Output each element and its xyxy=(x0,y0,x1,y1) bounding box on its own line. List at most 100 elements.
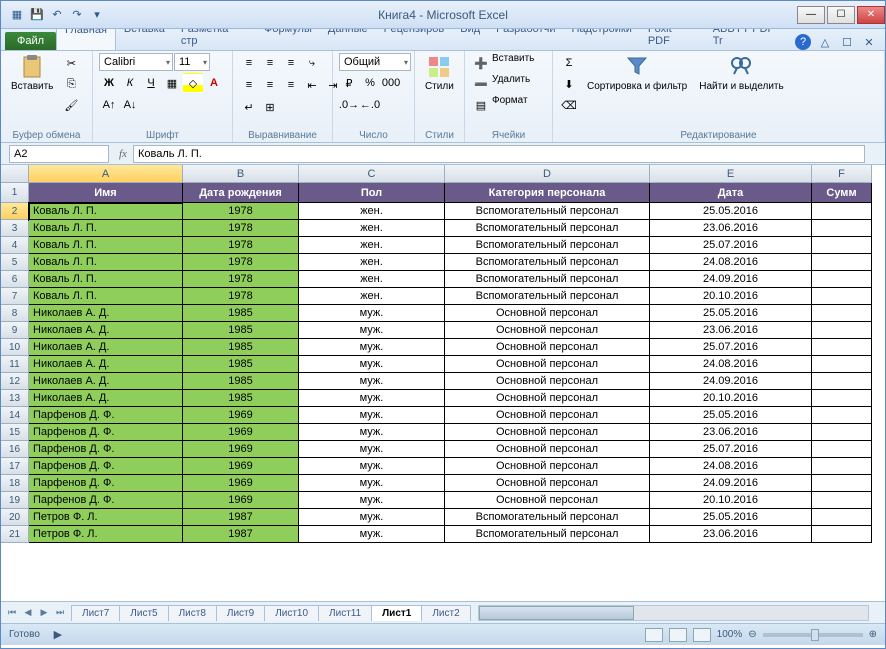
data-cell[interactable]: 24.08.2016 xyxy=(650,458,812,475)
row-header[interactable]: 11 xyxy=(1,356,29,373)
data-cell[interactable]: 1969 xyxy=(183,492,299,509)
align-bottom-icon[interactable]: ≡ xyxy=(281,53,301,73)
data-cell[interactable]: 1978 xyxy=(183,237,299,254)
paste-button[interactable]: Вставить xyxy=(7,53,57,94)
restore-window-icon[interactable]: ☐ xyxy=(839,34,855,50)
data-cell[interactable]: 1985 xyxy=(183,373,299,390)
data-cell[interactable]: 24.08.2016 xyxy=(650,254,812,271)
column-header[interactable]: E xyxy=(650,165,812,183)
undo-icon[interactable]: ↶ xyxy=(49,7,65,23)
data-cell[interactable] xyxy=(812,424,872,441)
macro-record-icon[interactable]: ▶ xyxy=(48,625,68,645)
data-cell[interactable]: 20.10.2016 xyxy=(650,492,812,509)
shrink-font-icon[interactable]: A↓ xyxy=(120,95,140,115)
row-header[interactable]: 7 xyxy=(1,288,29,305)
data-cell[interactable]: Основной персонал xyxy=(445,407,650,424)
font-color-button[interactable]: А xyxy=(204,73,224,93)
data-cell[interactable] xyxy=(812,356,872,373)
data-cell[interactable]: Петров Ф. Л. xyxy=(29,509,183,526)
data-cell[interactable]: Парфенов Д. Ф. xyxy=(29,424,183,441)
autosum-icon[interactable]: Σ xyxy=(559,53,579,73)
data-cell[interactable]: Основной персонал xyxy=(445,356,650,373)
merge-cells-icon[interactable]: ⊞ xyxy=(260,97,280,117)
data-cell[interactable]: 24.09.2016 xyxy=(650,373,812,390)
data-cell[interactable]: муж. xyxy=(299,475,445,492)
minimize-ribbon-icon[interactable]: △ xyxy=(817,34,833,50)
maximize-button[interactable]: ☐ xyxy=(827,6,855,24)
font-name-combo[interactable]: Calibri xyxy=(99,53,173,71)
currency-icon[interactable]: ₽ xyxy=(339,73,359,93)
data-cell[interactable]: 25.07.2016 xyxy=(650,339,812,356)
row-header[interactable]: 12 xyxy=(1,373,29,390)
data-cell[interactable] xyxy=(812,203,872,220)
data-cell[interactable]: муж. xyxy=(299,509,445,526)
data-cell[interactable] xyxy=(812,305,872,322)
row-header[interactable]: 21 xyxy=(1,526,29,543)
data-cell[interactable]: 25.05.2016 xyxy=(650,203,812,220)
fill-color-button[interactable]: ◇ xyxy=(183,73,203,93)
row-header[interactable]: 5 xyxy=(1,254,29,271)
align-middle-icon[interactable]: ≡ xyxy=(260,53,280,73)
data-cell[interactable]: Николаев А. Д. xyxy=(29,356,183,373)
data-cell[interactable]: муж. xyxy=(299,424,445,441)
grow-font-icon[interactable]: A↑ xyxy=(99,95,119,115)
data-cell[interactable]: Коваль Л. П. xyxy=(29,220,183,237)
number-format-combo[interactable]: Общий xyxy=(339,53,411,71)
data-cell[interactable]: 1978 xyxy=(183,203,299,220)
row-header[interactable]: 19 xyxy=(1,492,29,509)
formula-bar[interactable]: Коваль Л. П. xyxy=(133,145,865,163)
sort-filter-button[interactable]: Сортировка и фильтр xyxy=(583,53,691,94)
data-cell[interactable] xyxy=(812,254,872,271)
font-size-combo[interactable]: 11 xyxy=(174,53,210,71)
data-cell[interactable]: Основной персонал xyxy=(445,475,650,492)
zoom-slider[interactable] xyxy=(763,633,863,637)
data-cell[interactable]: муж. xyxy=(299,458,445,475)
data-cell[interactable]: муж. xyxy=(299,526,445,543)
data-cell[interactable]: 24.08.2016 xyxy=(650,356,812,373)
row-header[interactable]: 14 xyxy=(1,407,29,424)
data-cell[interactable]: Вспомогательный персонал xyxy=(445,237,650,254)
select-all-corner[interactable] xyxy=(1,165,29,183)
data-cell[interactable]: Парфенов Д. Ф. xyxy=(29,407,183,424)
qat-more-icon[interactable]: ▾ xyxy=(89,7,105,23)
data-cell[interactable] xyxy=(812,458,872,475)
data-cell[interactable]: муж. xyxy=(299,390,445,407)
column-header[interactable]: D xyxy=(445,165,650,183)
percent-icon[interactable]: % xyxy=(360,73,380,93)
align-right-icon[interactable]: ≡ xyxy=(281,75,301,95)
data-cell[interactable]: Коваль Л. П. xyxy=(29,288,183,305)
data-cell[interactable]: 1978 xyxy=(183,271,299,288)
data-cell[interactable]: 24.09.2016 xyxy=(650,475,812,492)
close-button[interactable]: ✕ xyxy=(857,6,885,24)
data-cell[interactable] xyxy=(812,441,872,458)
data-cell[interactable]: Николаев А. Д. xyxy=(29,322,183,339)
data-cell[interactable]: Коваль Л. П. xyxy=(29,203,183,220)
data-cell[interactable]: 1985 xyxy=(183,356,299,373)
save-icon[interactable]: 💾 xyxy=(29,7,45,23)
data-cell[interactable]: Основной персонал xyxy=(445,322,650,339)
data-cell[interactable]: жен. xyxy=(299,288,445,305)
row-header[interactable]: 13 xyxy=(1,390,29,407)
header-cell[interactable]: Пол xyxy=(299,183,445,203)
data-cell[interactable]: Парфенов Д. Ф. xyxy=(29,441,183,458)
name-box[interactable]: A2 xyxy=(9,145,109,163)
format-painter-icon[interactable]: 🖌 xyxy=(61,95,81,115)
data-cell[interactable]: 23.06.2016 xyxy=(650,322,812,339)
page-layout-view-button[interactable] xyxy=(669,628,687,642)
sheet-tab[interactable]: Лист2 xyxy=(421,605,470,621)
data-cell[interactable]: муж. xyxy=(299,305,445,322)
row-header[interactable]: 16 xyxy=(1,441,29,458)
data-cell[interactable]: 23.06.2016 xyxy=(650,526,812,543)
data-cell[interactable]: Вспомогательный персонал xyxy=(445,203,650,220)
data-cell[interactable] xyxy=(812,526,872,543)
data-cell[interactable]: 25.07.2016 xyxy=(650,237,812,254)
data-cell[interactable]: 20.10.2016 xyxy=(650,288,812,305)
data-cell[interactable]: 1978 xyxy=(183,254,299,271)
comma-icon[interactable]: 000 xyxy=(381,73,401,93)
data-cell[interactable]: Вспомогательный персонал xyxy=(445,271,650,288)
minimize-button[interactable]: — xyxy=(797,6,825,24)
data-cell[interactable]: Николаев А. Д. xyxy=(29,339,183,356)
data-cell[interactable]: 1985 xyxy=(183,339,299,356)
underline-button[interactable]: Ч xyxy=(141,73,161,93)
cells-area[interactable]: ИмяДата рожденияПолКатегория персоналаДа… xyxy=(29,183,885,601)
